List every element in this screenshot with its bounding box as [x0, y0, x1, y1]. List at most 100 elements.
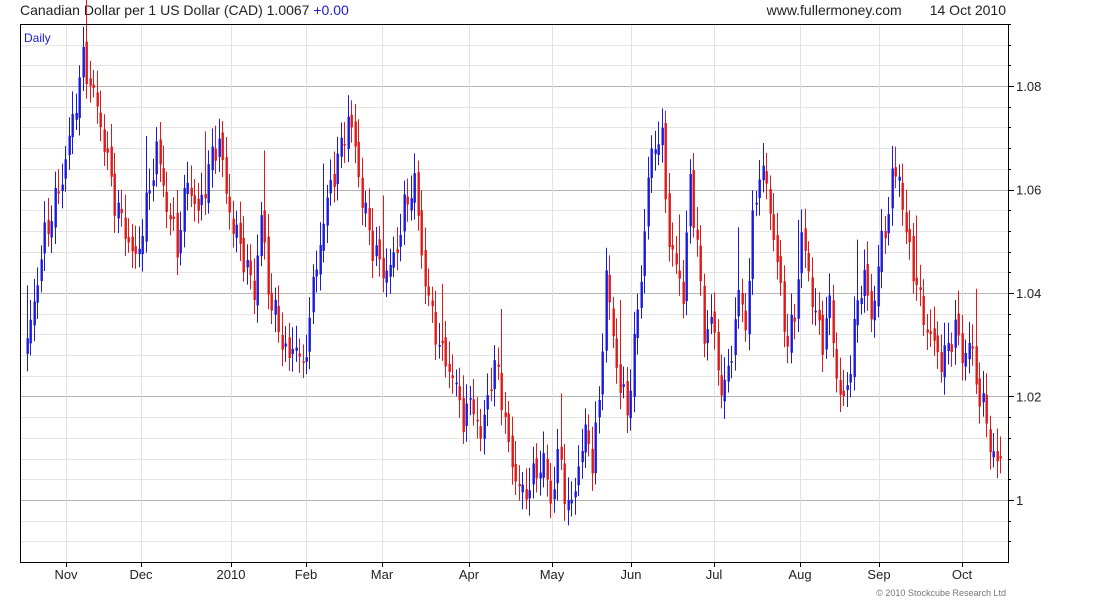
price-bar [581, 428, 584, 479]
price-bar [357, 119, 360, 188]
price-bar [406, 178, 409, 222]
price-bar [940, 334, 943, 383]
price-bar [207, 150, 210, 214]
price-bar [148, 168, 151, 210]
x-tick-label: Oct [952, 567, 973, 582]
price-bar [922, 279, 925, 337]
price-bar [99, 90, 102, 142]
price-bar [713, 292, 716, 350]
price-bar [319, 222, 322, 291]
price-bar [438, 322, 441, 359]
price-bar [961, 314, 964, 381]
price-bar [832, 284, 835, 358]
price-bar [329, 159, 332, 206]
price-bar [458, 367, 461, 418]
price-bar [964, 339, 967, 381]
y-tick-label: 1.08 [1016, 79, 1041, 94]
price-bar [472, 378, 475, 426]
price-bar [350, 100, 353, 143]
price-bar [699, 225, 702, 296]
price-bar [594, 401, 597, 485]
price-bar [689, 159, 692, 244]
price-bar [315, 250, 318, 293]
x-tick-label: Nov [54, 567, 78, 582]
price-bar [479, 408, 482, 452]
price-bar [591, 426, 594, 491]
price-bar [696, 207, 699, 257]
price-bar [528, 467, 531, 516]
price-bar [755, 190, 758, 217]
price-bar [971, 324, 974, 366]
price-bar [975, 288, 978, 394]
price-bar [776, 212, 779, 280]
price-bar [26, 285, 29, 372]
price-bar [434, 290, 437, 360]
price-bar [790, 293, 793, 364]
price-bar [274, 287, 277, 333]
price-bar [514, 441, 517, 496]
y-tick-label: 1.04 [1016, 286, 1041, 301]
price-bar [145, 136, 148, 253]
price-bar [392, 236, 395, 278]
price-bar [636, 293, 639, 355]
price-bar [828, 273, 831, 336]
price-bar [113, 152, 116, 233]
price-bar [364, 190, 367, 227]
price-bar [455, 369, 458, 397]
price-bar [284, 326, 287, 362]
price-bar [298, 338, 301, 374]
price-bar [165, 171, 168, 229]
price-bar [106, 131, 109, 171]
price-bar [797, 219, 800, 333]
price-bar [542, 431, 545, 488]
price-bar [368, 188, 371, 246]
price-bar [204, 131, 207, 215]
price-bar [643, 208, 646, 294]
price-bar [33, 278, 36, 342]
price-bar [246, 244, 249, 285]
x-tick-label: 2010 [217, 567, 246, 582]
price-bar [312, 264, 315, 324]
price-bar [535, 443, 538, 493]
price-bar [228, 173, 231, 230]
price-bar [483, 400, 486, 455]
price-bar [525, 468, 528, 510]
price-bar [842, 369, 845, 407]
price-bar [159, 122, 162, 183]
price-bar [441, 283, 444, 361]
price-chart: 1 1.02 1.04 1.06 1.08 Nov Dec 2010 Feb Mar Apr May J… [20, 0, 1041, 598]
price-bar [451, 354, 454, 394]
price-bar [504, 391, 507, 434]
price-bar [417, 160, 420, 231]
price-bar [193, 179, 196, 222]
price-bar [270, 273, 273, 325]
price-bar [396, 226, 399, 271]
price-bar [127, 218, 130, 253]
price-bar [47, 197, 50, 247]
price-bar [190, 165, 193, 208]
price-bar [839, 357, 842, 413]
price-bar [96, 70, 99, 124]
price-bar [723, 357, 726, 419]
price-bar [511, 416, 514, 485]
price-bar [221, 120, 224, 177]
price-bar [950, 332, 953, 367]
price-bar [214, 125, 217, 175]
price-bar [957, 290, 960, 346]
price-bar [78, 65, 81, 136]
price-bar [866, 241, 869, 311]
price-bar [891, 145, 894, 226]
price-bar [574, 477, 577, 515]
price-bar [762, 142, 765, 193]
price-bar [448, 341, 451, 389]
price-bar [730, 345, 733, 379]
price-bar [308, 297, 311, 370]
price-bar [835, 332, 838, 393]
price-bar [242, 215, 245, 282]
price-bar [347, 95, 350, 162]
price-bar [734, 297, 737, 371]
price-bar [654, 130, 657, 171]
chart-axes: 1 1.02 1.04 1.06 1.08 Nov Dec 2010 Feb Mar Apr May J… [54, 24, 1041, 582]
price-bar [134, 225, 137, 269]
price-bar [860, 285, 863, 315]
